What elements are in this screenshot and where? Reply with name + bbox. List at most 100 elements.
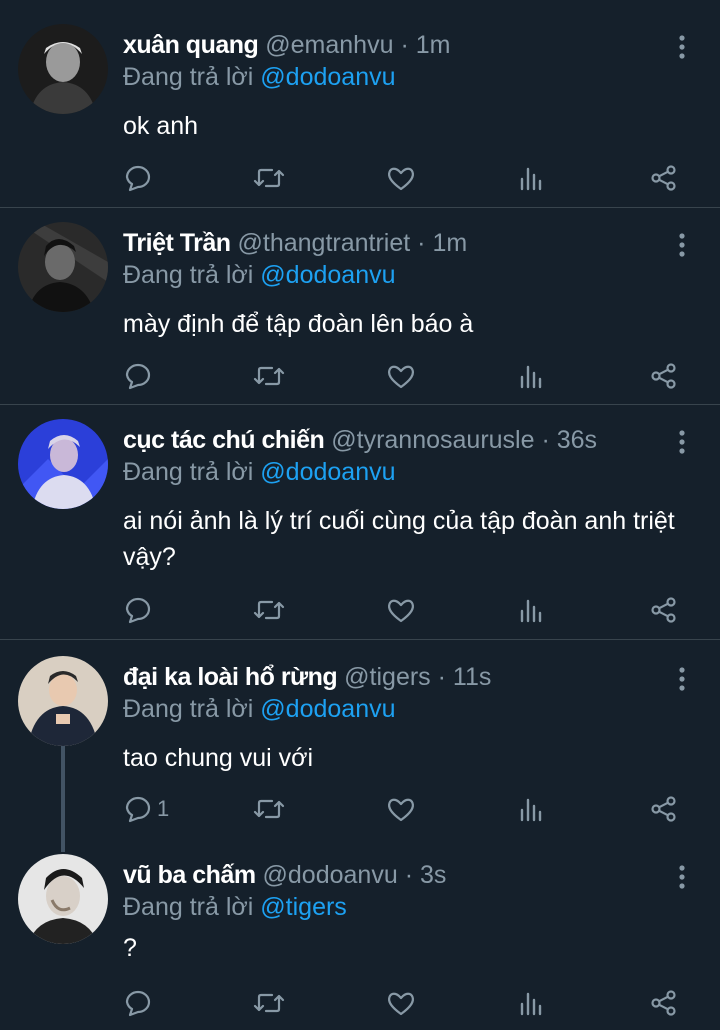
reply-button[interactable]: 1 — [123, 793, 169, 825]
user-handle[interactable]: @tigers — [344, 663, 431, 691]
more-vertical-icon[interactable] — [672, 232, 692, 258]
reply-icon — [123, 361, 153, 391]
reply-button[interactable] — [123, 162, 157, 194]
tweet-4[interactable]: đại ka loài hổ rừng @tigers · 11s Đang t… — [0, 656, 720, 830]
heart-icon — [386, 595, 416, 625]
tweet-text: ok anh — [123, 112, 199, 140]
display-name[interactable]: xuân quang — [123, 31, 259, 59]
tweet-divider — [0, 639, 720, 640]
analytics-button[interactable] — [518, 360, 546, 392]
reply-icon — [123, 595, 153, 625]
user-handle[interactable]: @dodoanvu — [263, 861, 398, 889]
retweet-button[interactable] — [252, 162, 286, 194]
like-button[interactable] — [386, 987, 416, 1019]
retweet-icon — [252, 595, 286, 625]
analytics-button[interactable] — [518, 162, 546, 194]
avatar[interactable] — [18, 222, 108, 312]
reply-button[interactable] — [123, 987, 157, 1019]
analytics-button[interactable] — [518, 987, 546, 1019]
tweet-actions — [0, 162, 720, 194]
replying-to-label: Đang trả lời — [123, 893, 254, 921]
timestamp[interactable]: 1m — [416, 31, 451, 59]
heart-icon — [386, 361, 416, 391]
tweet-divider — [0, 207, 720, 208]
tweet-3[interactable]: cục tác chú chiến @tyrannosaurusle · 36s… — [0, 419, 720, 633]
reply-icon — [123, 794, 153, 824]
display-name[interactable]: đại ka loài hổ rừng — [123, 663, 338, 691]
retweet-icon — [252, 163, 286, 193]
avatar[interactable] — [18, 419, 108, 509]
reply-count: 1 — [157, 796, 170, 821]
share-button[interactable] — [649, 987, 679, 1019]
analytics-button[interactable] — [518, 594, 546, 626]
replying-to: Đang trả lời @tigers — [123, 890, 347, 924]
tweet-divider — [0, 404, 720, 405]
mention-link[interactable]: @tigers — [260, 893, 347, 921]
mention-link[interactable]: @dodoanvu — [260, 63, 395, 91]
timestamp[interactable]: 1m — [432, 229, 467, 257]
share-button[interactable] — [649, 594, 679, 626]
tweet-text: ? — [123, 934, 137, 962]
timestamp[interactable]: 3s — [420, 861, 446, 889]
tweet-actions — [0, 594, 720, 626]
retweet-icon — [252, 794, 286, 824]
timestamp[interactable]: 11s — [453, 663, 491, 691]
like-button[interactable] — [386, 793, 416, 825]
share-button[interactable] — [649, 360, 679, 392]
more-vertical-icon[interactable] — [672, 666, 692, 692]
separator: · — [417, 229, 426, 257]
retweet-button[interactable] — [252, 987, 286, 1019]
like-button[interactable] — [386, 162, 416, 194]
separator: · — [404, 861, 414, 889]
analytics-button[interactable] — [518, 793, 546, 825]
display-name[interactable]: vũ ba chấm — [123, 861, 256, 889]
share-icon — [649, 988, 679, 1018]
avatar[interactable] — [18, 854, 108, 944]
retweet-button[interactable] — [252, 360, 286, 392]
reply-button[interactable] — [123, 594, 157, 626]
tweet-5[interactable]: vũ ba chấm @dodoanvu · 3s Đang trả lời @… — [0, 854, 720, 1030]
like-button[interactable] — [386, 360, 416, 392]
timestamp[interactable]: 36s — [557, 426, 597, 454]
share-button[interactable] — [649, 793, 679, 825]
heart-icon — [386, 163, 416, 193]
share-icon — [649, 163, 679, 193]
more-vertical-icon[interactable] — [672, 864, 692, 890]
mention-link[interactable]: @dodoanvu — [260, 261, 395, 289]
replying-to: Đang trả lời @dodoanvu — [123, 692, 396, 726]
user-handle[interactable]: @tyrannosaurusle — [331, 426, 534, 454]
tweet-actions — [0, 360, 720, 392]
avatar[interactable] — [18, 656, 108, 746]
avatar[interactable] — [18, 24, 108, 114]
share-button[interactable] — [649, 162, 679, 194]
retweet-button[interactable] — [252, 793, 286, 825]
display-name[interactable]: cục tác chú chiến — [123, 426, 325, 454]
retweet-button[interactable] — [252, 594, 286, 626]
analytics-icon — [518, 361, 546, 391]
replying-to-label: Đang trả lời — [123, 261, 254, 289]
analytics-icon — [518, 988, 546, 1018]
replying-to: Đang trả lời @dodoanvu — [123, 455, 396, 489]
like-button[interactable] — [386, 594, 416, 626]
display-name[interactable]: Triệt Trần — [123, 229, 231, 257]
reply-button[interactable] — [123, 360, 157, 392]
analytics-icon — [518, 163, 546, 193]
separator: · — [541, 426, 550, 454]
reply-icon — [123, 988, 153, 1018]
mention-link[interactable]: @dodoanvu — [260, 458, 395, 486]
tweet-2[interactable]: Triệt Trần @thangtrantriet · 1m Đang trả… — [0, 222, 720, 396]
retweet-icon — [252, 988, 286, 1018]
more-vertical-icon[interactable] — [672, 429, 692, 455]
user-handle[interactable]: @thangtrantriet — [238, 229, 411, 257]
replying-to-label: Đang trả lời — [123, 63, 254, 91]
separator: · — [400, 31, 409, 59]
mention-link[interactable]: @dodoanvu — [260, 695, 395, 723]
more-vertical-icon[interactable] — [672, 34, 692, 60]
share-icon — [649, 595, 679, 625]
tweet-1[interactable]: xuân quang @emanhvu · 1m Đang trả lời @d… — [0, 24, 720, 198]
analytics-icon — [518, 595, 546, 625]
tweet-text: tao chung vui với — [123, 744, 314, 772]
heart-icon — [386, 988, 416, 1018]
retweet-icon — [252, 361, 286, 391]
user-handle[interactable]: @emanhvu — [265, 31, 393, 59]
